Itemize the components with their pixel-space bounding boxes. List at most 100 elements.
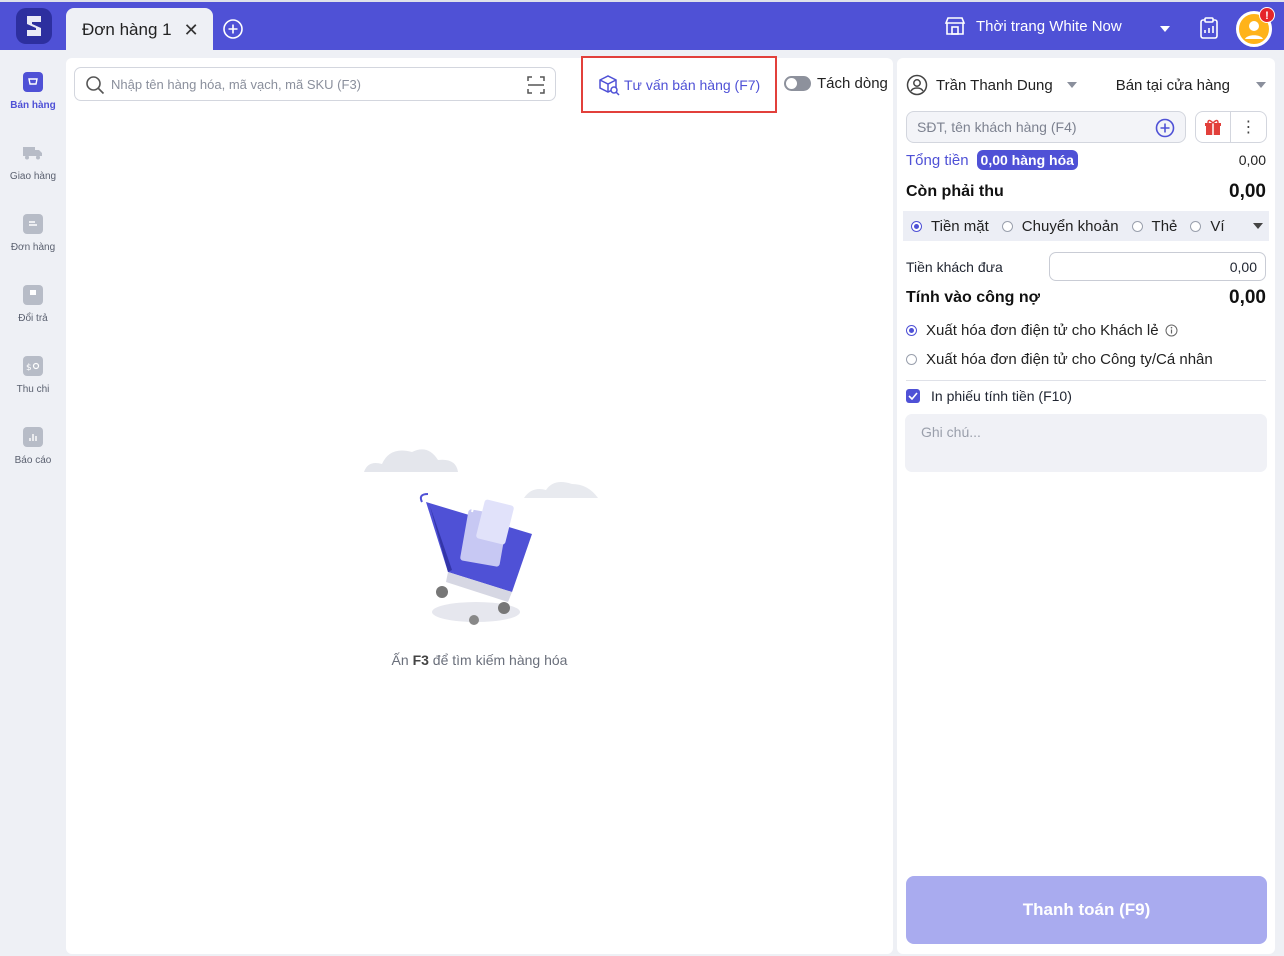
chevron-down-icon[interactable] bbox=[1066, 82, 1077, 88]
given-label: Tiền khách đưa bbox=[906, 258, 1003, 275]
invoice-company-option[interactable]: Xuất hóa đơn điện tử cho Công ty/Cá nhân bbox=[906, 351, 1266, 368]
due-label: Còn phải thu bbox=[906, 183, 1004, 200]
print-label: In phiếu tính tiền (F10) bbox=[931, 388, 1072, 404]
radio-selected[interactable] bbox=[906, 325, 917, 336]
search-input[interactable] bbox=[111, 76, 511, 92]
app-logo[interactable] bbox=[16, 8, 52, 44]
due-row: Còn phải thu 0,00 bbox=[906, 181, 1266, 203]
chevron-down-icon[interactable] bbox=[1253, 223, 1263, 229]
invoice-retail-label: Xuất hóa đơn điện tử cho Khách lẻ bbox=[926, 322, 1159, 339]
nav-item-doi-tra[interactable]: Đổi trả bbox=[0, 285, 66, 324]
tab-order-1[interactable]: Đơn hàng 1 ✕ bbox=[66, 8, 213, 52]
gift-button-group: ⋮ bbox=[1195, 111, 1267, 143]
svg-text:$: $ bbox=[26, 363, 32, 371]
info-icon[interactable] bbox=[1165, 324, 1178, 337]
store-selector[interactable]: Thời trang White Now bbox=[944, 16, 1122, 36]
staff-name[interactable]: Trần Thanh Dung bbox=[936, 77, 1053, 94]
total-row: Tổng tiền 0,00 hàng hóa 0,00 bbox=[906, 150, 1266, 170]
invoice-company-label: Xuất hóa đơn điện tử cho Công ty/Cá nhân bbox=[926, 351, 1213, 368]
staff-row: Trần Thanh Dung Bán tại cửa hàng bbox=[906, 74, 1266, 96]
empty-cart-illustration bbox=[364, 449, 598, 625]
tab-label: Đơn hàng 1 bbox=[82, 20, 172, 39]
sales-consult-button[interactable]: Tư vấn bán hàng (F7) bbox=[598, 74, 760, 96]
chevron-down-icon[interactable] bbox=[1256, 82, 1266, 88]
cash-given-input[interactable]: 0,00 bbox=[1049, 252, 1266, 281]
notification-badge: ! bbox=[1259, 7, 1275, 23]
nav-label: Bán hàng bbox=[10, 100, 56, 111]
total-label: Tổng tiền bbox=[906, 151, 969, 169]
radio[interactable] bbox=[906, 354, 917, 365]
avatar[interactable]: ! bbox=[1236, 7, 1275, 47]
store-icon bbox=[944, 17, 966, 35]
empty-hint-key: F3 bbox=[412, 652, 429, 668]
toggle-switch[interactable] bbox=[784, 76, 811, 91]
add-tab-icon[interactable] bbox=[222, 18, 244, 40]
total-value: 0,00 bbox=[1238, 152, 1266, 168]
debt-value: 0,00 bbox=[1229, 287, 1266, 308]
more-icon[interactable]: ⋮ bbox=[1231, 112, 1266, 142]
radio[interactable] bbox=[1131, 220, 1143, 232]
nav-item-giao-hang[interactable]: Giao hàng bbox=[0, 143, 66, 182]
customer-search[interactable] bbox=[906, 111, 1186, 143]
pay-button[interactable]: Thanh toán (F9) bbox=[906, 876, 1267, 944]
payment-label: Ví bbox=[1210, 217, 1225, 235]
nav-item-ban-hang[interactable]: Bán hàng bbox=[0, 72, 66, 111]
product-search[interactable] bbox=[74, 67, 556, 101]
payment-label: Thẻ bbox=[1151, 217, 1178, 235]
payment-methods: Tiền mặt Chuyển khoản Thẻ Ví bbox=[903, 211, 1269, 241]
nav-label: Giao hàng bbox=[9, 171, 57, 182]
items-count-badge: 0,00 hàng hóa bbox=[976, 150, 1078, 170]
payment-label: Tiền mặt bbox=[931, 217, 989, 235]
sales-channel[interactable]: Bán tại cửa hàng bbox=[1116, 77, 1230, 94]
split-line-toggle[interactable]: Tách dòng bbox=[784, 75, 888, 92]
order-doc-icon bbox=[23, 214, 43, 234]
search-icon bbox=[86, 76, 105, 95]
due-value: 0,00 bbox=[1229, 181, 1266, 202]
close-icon[interactable]: ✕ bbox=[184, 20, 199, 41]
debt-label: Tính vào công nợ bbox=[906, 289, 1041, 306]
payment-wallet[interactable]: Ví bbox=[1190, 217, 1225, 235]
order-panel: Trần Thanh Dung Bán tại cửa hàng ⋮ Tổng … bbox=[897, 58, 1275, 954]
empty-hint-prefix: Ấn bbox=[391, 652, 409, 668]
empty-hint-suffix: để tìm kiếm hàng hóa bbox=[432, 652, 568, 668]
gift-icon[interactable] bbox=[1196, 112, 1232, 142]
nav-item-don-hang[interactable]: Đơn hàng bbox=[0, 214, 66, 253]
clipboard-icon[interactable] bbox=[1198, 16, 1220, 45]
nav-label: Báo cáo bbox=[14, 455, 52, 466]
radio[interactable] bbox=[1001, 220, 1013, 232]
payment-transfer[interactable]: Chuyển khoản bbox=[1001, 217, 1119, 235]
divider bbox=[906, 380, 1266, 381]
note-field[interactable]: Ghi chú... bbox=[905, 414, 1267, 472]
side-nav: Bán hàng Giao hàng Đơn hàng Đổi trả $ Th… bbox=[0, 50, 66, 956]
payment-card[interactable]: Thẻ bbox=[1131, 217, 1178, 235]
nav-label: Đổi trả bbox=[18, 313, 48, 324]
barcode-scan-icon[interactable] bbox=[527, 76, 545, 94]
cash-given-row: Tiền khách đưa 0,00 bbox=[906, 252, 1266, 281]
payment-cash[interactable]: Tiền mặt bbox=[911, 218, 989, 235]
customer-input[interactable] bbox=[917, 119, 1147, 135]
invoice-retail-option[interactable]: Xuất hóa đơn điện tử cho Khách lẻ bbox=[906, 322, 1266, 339]
nav-item-bao-cao[interactable]: Báo cáo bbox=[0, 427, 66, 466]
top-bar: Đơn hàng 1 ✕ Thời trang White Now ! bbox=[0, 0, 1284, 52]
empty-hint: Ấn F3 để tìm kiếm hàng hóa bbox=[66, 652, 893, 668]
consult-label: Tư vấn bán hàng (F7) bbox=[624, 77, 761, 93]
debt-row: Tính vào công nợ 0,00 bbox=[906, 287, 1266, 309]
report-chart-icon bbox=[23, 427, 43, 447]
store-name: Thời trang White Now bbox=[976, 17, 1122, 35]
return-box-icon bbox=[23, 285, 43, 305]
print-receipt-option[interactable]: In phiếu tính tiền (F10) bbox=[906, 388, 1266, 404]
radio-selected[interactable] bbox=[911, 220, 922, 232]
nav-label: Đơn hàng bbox=[10, 242, 56, 253]
radio[interactable] bbox=[1190, 220, 1202, 232]
split-label: Tách dòng bbox=[817, 75, 888, 92]
note-placeholder: Ghi chú... bbox=[921, 424, 981, 440]
chevron-down-icon[interactable] bbox=[1160, 26, 1170, 32]
nav-item-thu-chi[interactable]: $ Thu chi bbox=[0, 356, 66, 395]
given-value: 0,00 bbox=[1229, 258, 1257, 275]
truck-icon bbox=[23, 143, 43, 163]
checkbox-checked[interactable] bbox=[906, 389, 920, 403]
user-circle-icon bbox=[906, 74, 928, 96]
payment-label: Chuyển khoản bbox=[1021, 217, 1119, 235]
box-search-icon bbox=[599, 75, 620, 96]
add-customer-icon[interactable] bbox=[1155, 118, 1175, 138]
